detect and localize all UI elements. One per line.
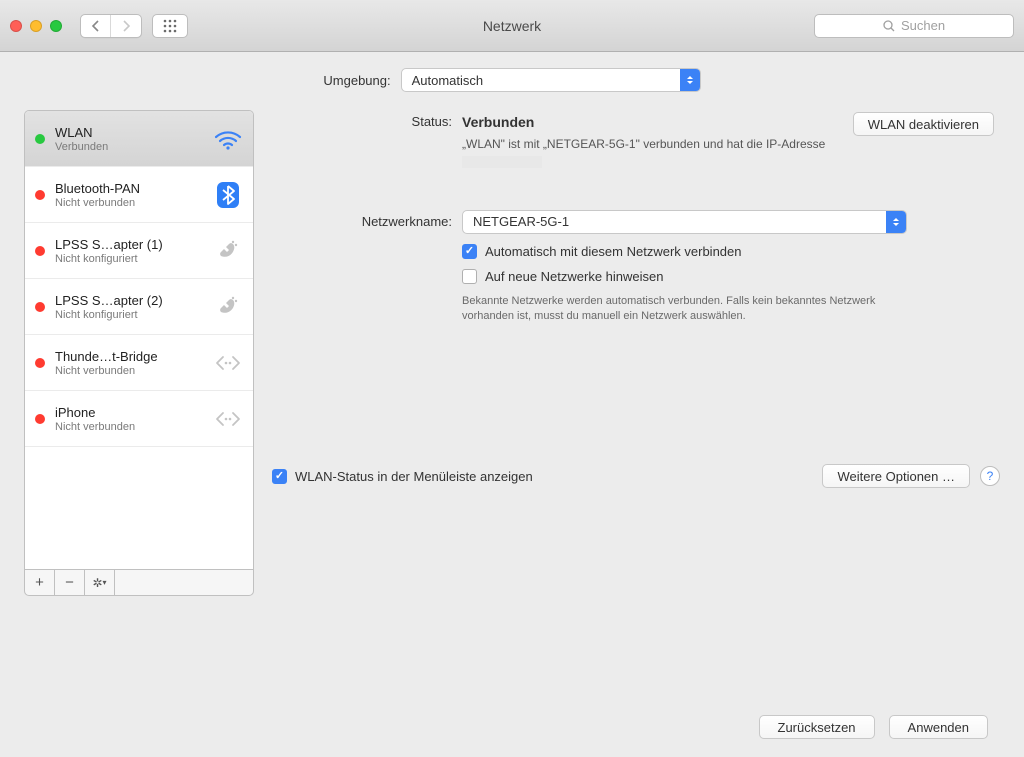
service-status: Nicht konfiguriert (55, 253, 203, 265)
sidebar-toolbar: + − ✲▾ (24, 570, 254, 596)
search-input[interactable]: Suchen (814, 14, 1014, 38)
service-name: iPhone (55, 405, 203, 420)
auto-connect-checkbox[interactable] (462, 244, 477, 259)
wifi-icon (213, 124, 243, 154)
service-name: LPSS S…apter (1) (55, 237, 203, 252)
sidebar-item-bluetooth-pan[interactable]: Bluetooth-PANNicht verbunden (25, 167, 253, 223)
search-icon (883, 20, 895, 32)
auto-connect-label: Automatisch mit diesem Netzwerk verbinde… (485, 244, 742, 259)
sidebar-item-thunde-t-bridge[interactable]: Thunde…t-BridgeNicht verbunden (25, 335, 253, 391)
environment-label: Umgebung: (323, 73, 390, 88)
service-name: Thunde…t-Bridge (55, 349, 203, 364)
remove-service-button[interactable]: − (55, 570, 85, 595)
show-menubar-label: WLAN-Status in der Menüleiste anzeigen (295, 469, 533, 484)
environment-select[interactable]: Automatisch (401, 68, 701, 92)
status-label: Status: (272, 114, 462, 129)
environment-value: Automatisch (412, 73, 484, 88)
service-status: Verbunden (55, 141, 203, 153)
minimize-button[interactable] (30, 20, 42, 32)
sidebar-item-iphone[interactable]: iPhoneNicht verbunden (25, 391, 253, 447)
forward-button[interactable] (111, 15, 141, 37)
sidebar-item-lpss-s-apter-1-[interactable]: LPSS S…apter (1)Nicht konfiguriert (25, 223, 253, 279)
titlebar: Netzwerk Suchen (0, 0, 1024, 52)
service-status: Nicht verbunden (55, 365, 203, 377)
bridge-icon (213, 404, 243, 434)
sidebar-item-lpss-s-apter-2-[interactable]: LPSS S…apter (2)Nicht konfiguriert (25, 279, 253, 335)
help-button[interactable]: ? (980, 466, 1000, 486)
phone-icon (213, 292, 243, 322)
show-menubar-checkbox[interactable] (272, 469, 287, 484)
status-dot (35, 134, 45, 144)
advanced-options-button[interactable]: Weitere Optionen … (822, 464, 970, 488)
ip-address-redacted (462, 156, 542, 168)
network-name-label: Netzwerkname: (272, 214, 462, 229)
service-actions-button[interactable]: ✲▾ (85, 570, 115, 595)
status-dot (35, 358, 45, 368)
window-controls (10, 20, 62, 32)
back-button[interactable] (81, 15, 111, 37)
service-status: Nicht verbunden (55, 197, 203, 209)
status-dot (35, 246, 45, 256)
status-dot (35, 190, 45, 200)
apply-button[interactable]: Anwenden (889, 715, 988, 739)
status-dot (35, 414, 45, 424)
service-name: Bluetooth-PAN (55, 181, 203, 196)
details-panel: WLAN deaktivieren Status: Verbunden „WLA… (272, 110, 1000, 596)
bluetooth-icon (213, 180, 243, 210)
close-button[interactable] (10, 20, 22, 32)
ask-new-networks-checkbox[interactable] (462, 269, 477, 284)
bridge-icon (213, 348, 243, 378)
add-service-button[interactable]: + (25, 570, 55, 595)
phone-icon (213, 236, 243, 266)
environment-row: Umgebung: Automatisch (24, 68, 1000, 92)
service-status: Nicht konfiguriert (55, 309, 203, 321)
ask-new-networks-label: Auf neue Netzwerke hinweisen (485, 269, 664, 284)
status-description: „WLAN" ist mit „NETGEAR-5G-1" verbunden … (462, 136, 882, 170)
revert-button[interactable]: Zurücksetzen (759, 715, 875, 739)
service-status: Nicht verbunden (55, 421, 203, 433)
nav-buttons (80, 14, 142, 38)
status-value: Verbunden (462, 114, 882, 130)
service-name: LPSS S…apter (2) (55, 293, 203, 308)
network-name-select[interactable]: NETGEAR-5G-1 (462, 210, 907, 234)
maximize-button[interactable] (50, 20, 62, 32)
ask-new-networks-hint: Bekannte Netzwerke werden automatisch ve… (462, 294, 892, 325)
chevron-updown-icon (680, 69, 700, 91)
network-name-value: NETGEAR-5G-1 (473, 214, 569, 229)
show-all-button[interactable] (152, 14, 188, 38)
chevron-updown-icon (886, 211, 906, 233)
services-sidebar: WLANVerbundenBluetooth-PANNicht verbunde… (24, 110, 254, 570)
sidebar-item-wlan[interactable]: WLANVerbunden (25, 111, 253, 167)
service-name: WLAN (55, 125, 203, 140)
footer-buttons: Zurücksetzen Anwenden (759, 715, 989, 739)
status-dot (35, 302, 45, 312)
search-placeholder: Suchen (901, 18, 945, 33)
deactivate-wlan-button[interactable]: WLAN deaktivieren (853, 112, 994, 136)
